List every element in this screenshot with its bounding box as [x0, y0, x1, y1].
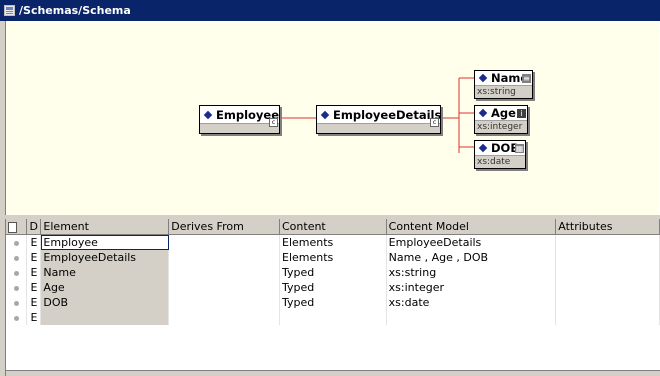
element-diamond-icon	[478, 73, 488, 83]
cell-content-model[interactable]: xs:date	[386, 295, 557, 310]
table-row[interactable]: E DOB Typed xs:date	[6, 295, 660, 310]
row-dot-icon	[13, 316, 19, 321]
table-row[interactable]: E EmployeeDetails Elements Name , Age , …	[6, 250, 660, 265]
cell-d[interactable]: E	[26, 265, 42, 280]
node-employeedetails[interactable]: EmployeeDetails c	[316, 105, 441, 134]
node-dob[interactable]: DOB xs:date ▦	[474, 140, 526, 169]
cell-attributes[interactable]	[555, 234, 660, 250]
cell-content[interactable]	[279, 310, 387, 325]
cell-content[interactable]: Typed	[279, 295, 387, 310]
cell-derives-from[interactable]	[168, 250, 280, 265]
node-label: Age	[491, 106, 516, 120]
row-dot-icon	[13, 256, 19, 261]
cell-element[interactable]	[40, 310, 170, 325]
element-diamond-icon	[203, 110, 213, 119]
info-icon[interactable]: i	[517, 109, 526, 118]
cell-derives-from[interactable]	[168, 310, 280, 325]
element-diamond-icon	[320, 110, 330, 119]
row-indicator[interactable]	[6, 280, 28, 295]
table-row[interactable]: E Employee Elements EmployeeDetails	[6, 234, 660, 250]
cell-attributes[interactable]	[555, 250, 660, 265]
cell-element[interactable]: DOB	[40, 295, 170, 310]
cell-d[interactable]: E	[26, 295, 42, 310]
row-indicator[interactable]	[6, 234, 28, 250]
row-dot-icon	[13, 286, 19, 291]
node-type: xs:integer	[475, 120, 527, 133]
cell-derives-from[interactable]	[168, 295, 280, 310]
element-diamond-icon	[478, 108, 488, 118]
cell-attributes[interactable]	[555, 280, 660, 295]
compositor-icon[interactable]: c	[269, 118, 278, 127]
column-header-indicator[interactable]	[6, 219, 28, 235]
schema-diagram[interactable]: Employee c EmployeeDetails c Name xs:str…	[5, 21, 660, 215]
cell-content-model[interactable]: Name , Age , DOB	[386, 250, 557, 265]
node-name[interactable]: Name xs:string ≡	[474, 70, 533, 99]
cell-derives-from[interactable]	[168, 265, 280, 280]
cell-element[interactable]: Employee	[40, 234, 170, 250]
cell-d[interactable]: E	[26, 310, 42, 325]
element-grid[interactable]: D Element Derives From Content Content M…	[5, 219, 660, 376]
column-header-attributes[interactable]: Attributes	[555, 219, 660, 235]
cell-attributes[interactable]	[555, 265, 660, 280]
table-row[interactable]: E Name Typed xs:string	[6, 265, 660, 280]
calendar-icon[interactable]: ▦	[515, 144, 524, 153]
node-age[interactable]: Age xs:integer i	[474, 105, 528, 134]
row-indicator[interactable]	[6, 295, 28, 310]
bottom-scroll-edge	[6, 370, 660, 376]
row-dot-icon	[13, 301, 19, 306]
window-title: /Schemas/Schema	[19, 4, 131, 17]
title-bar: /Schemas/Schema	[0, 0, 660, 21]
cell-derives-from[interactable]	[168, 234, 280, 250]
row-dot-icon	[13, 271, 19, 276]
node-type: xs:date	[475, 155, 525, 168]
cell-derives-from[interactable]	[168, 280, 280, 295]
cell-d[interactable]: E	[26, 234, 42, 250]
cell-element[interactable]: EmployeeDetails	[40, 250, 170, 265]
table-row[interactable]: E Age Typed xs:integer	[6, 280, 660, 295]
row-dot-icon	[13, 241, 19, 246]
column-header-element[interactable]: Element	[40, 219, 170, 235]
cell-d[interactable]: E	[26, 250, 42, 265]
cell-element[interactable]: Name	[40, 265, 170, 280]
row-indicator[interactable]	[6, 310, 28, 325]
node-employee[interactable]: Employee c	[199, 105, 280, 134]
cell-attributes[interactable]	[555, 295, 660, 310]
table-row-new[interactable]: E	[6, 310, 660, 325]
column-header-derives-from[interactable]: Derives From	[168, 219, 280, 235]
cell-content[interactable]: Typed	[279, 265, 387, 280]
node-type: xs:string	[475, 85, 532, 98]
cell-content-model[interactable]: xs:integer	[386, 280, 557, 295]
document-icon	[8, 221, 17, 233]
column-header-content-model[interactable]: Content Model	[386, 219, 557, 235]
node-label: EmployeeDetails	[333, 107, 442, 122]
element-diamond-icon	[478, 143, 488, 153]
row-indicator[interactable]	[6, 265, 28, 280]
grid-header: D Element Derives From Content Content M…	[6, 219, 660, 235]
cell-content-model[interactable]: EmployeeDetails	[386, 234, 557, 250]
cell-d[interactable]: E	[26, 280, 42, 295]
cell-content[interactable]: Elements	[279, 234, 387, 250]
window-icon[interactable]	[4, 5, 15, 16]
cell-attributes[interactable]	[555, 310, 660, 325]
cell-content[interactable]: Typed	[279, 280, 387, 295]
column-header-content[interactable]: Content	[279, 219, 387, 235]
cell-content[interactable]: Elements	[279, 250, 387, 265]
cell-content-model[interactable]	[386, 310, 557, 325]
column-header-d[interactable]: D	[26, 219, 42, 235]
row-indicator[interactable]	[6, 250, 28, 265]
cell-content-model[interactable]: xs:string	[386, 265, 557, 280]
cell-element[interactable]: Age	[40, 280, 170, 295]
compositor-icon[interactable]: c	[430, 118, 439, 127]
list-icon[interactable]: ≡	[522, 74, 531, 83]
